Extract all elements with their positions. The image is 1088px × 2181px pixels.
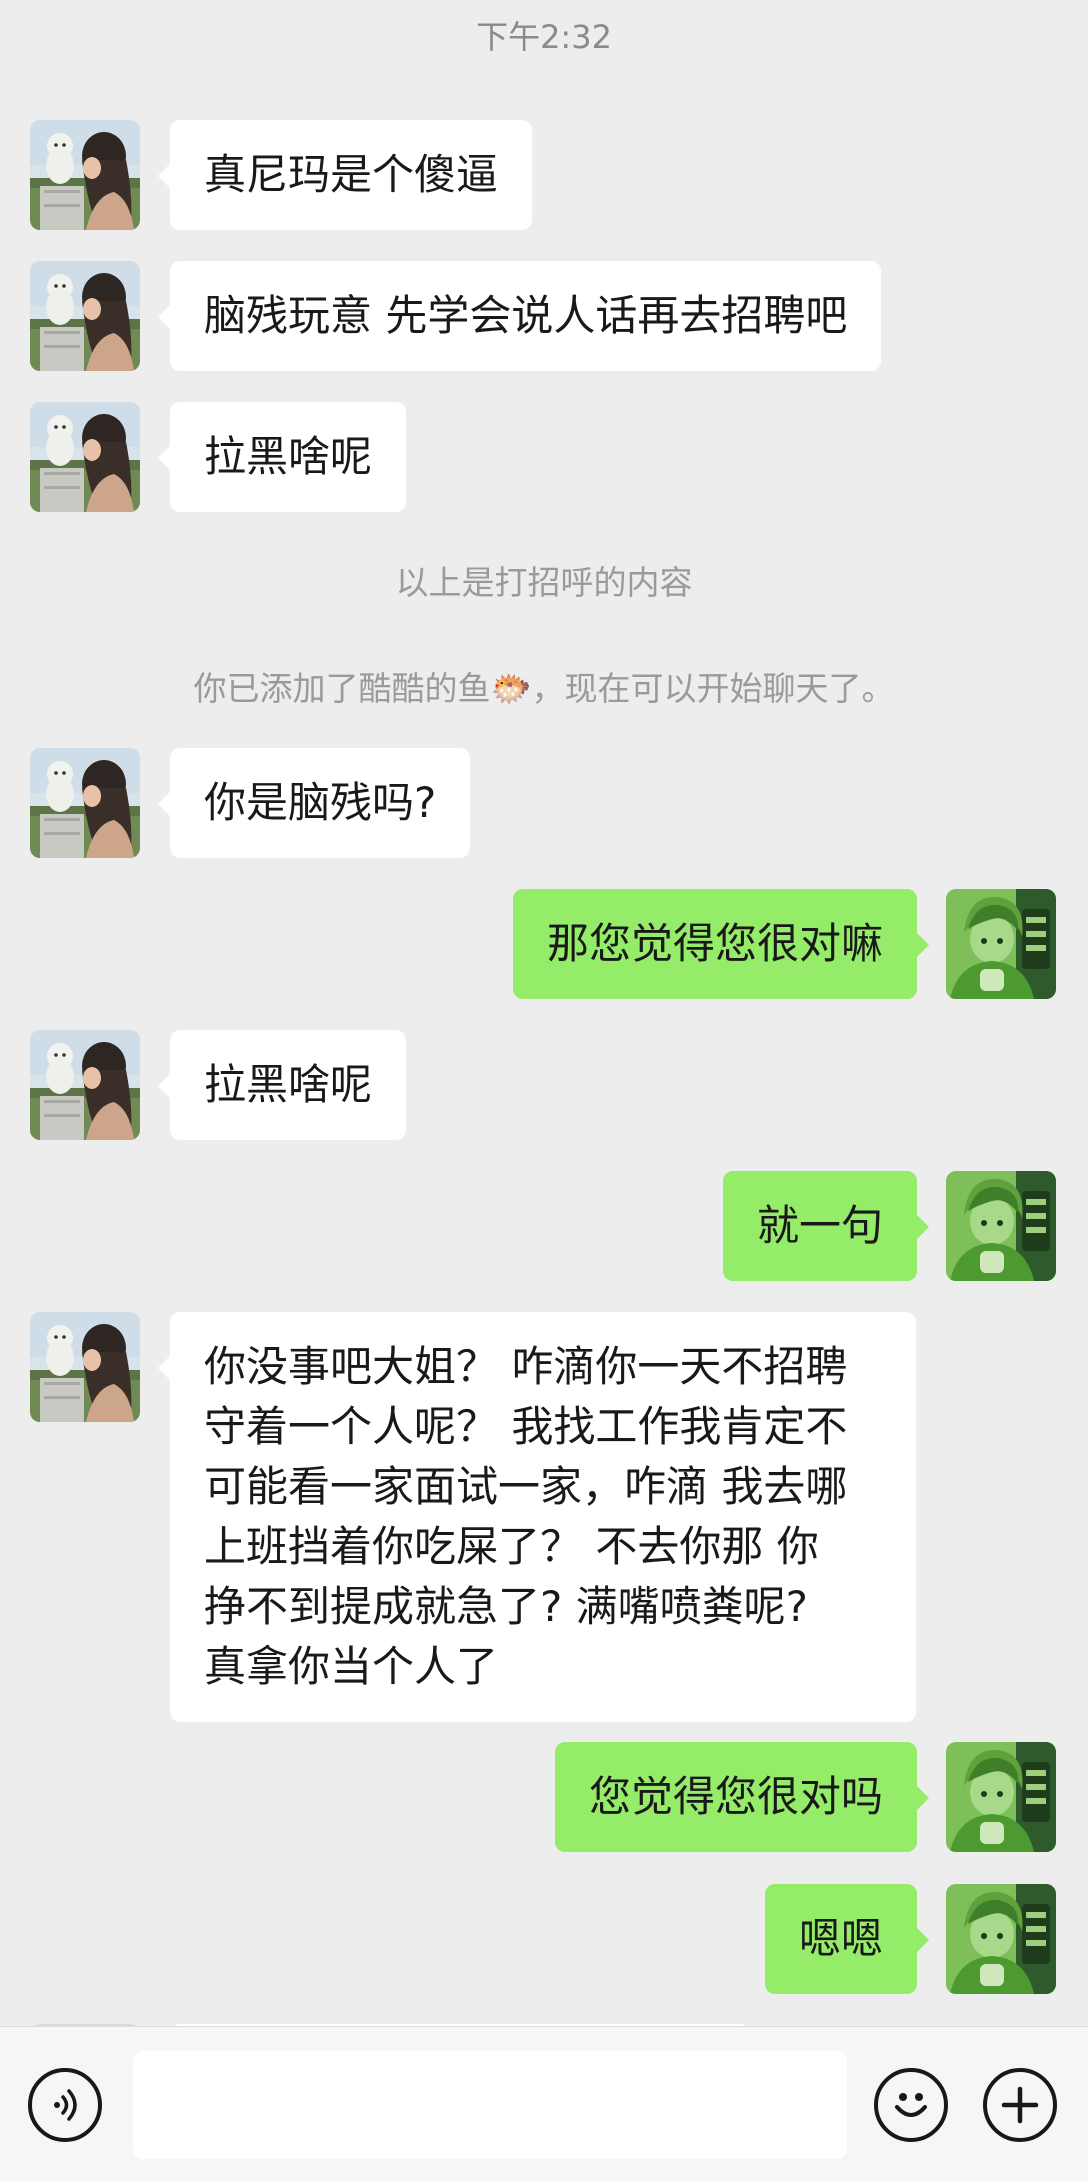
message-line: 上班挡着你吃屎了？ 不去你那 你 (204, 1522, 819, 1571)
incoming-message[interactable]: 拉黑啥呢 (157, 402, 407, 512)
my-avatar[interactable] (946, 889, 1056, 999)
contact-avatar[interactable] (30, 748, 140, 858)
greeting-note: 以上是打招呼的内容 (395, 563, 693, 602)
input-bar (0, 2026, 1088, 2181)
incoming-message[interactable]: 你是脑残吗? (157, 748, 471, 858)
plus-button[interactable] (983, 2068, 1057, 2142)
time-stamp: 下午2:32 (476, 18, 612, 56)
incoming-message-long[interactable]: 你没事吧大姐？ 咋滴你一天不招聘 守着一个人呢？ 我找工作我肯定不 可能看一家面… (158, 1312, 916, 1722)
plus-icon (1001, 2086, 1039, 2124)
my-avatar[interactable] (946, 1742, 1056, 1852)
outgoing-message[interactable]: 您觉得您很对吗 (554, 1742, 930, 1852)
added-contact-note: 你已添加了酷酷的鱼🐡，现在可以开始聊天了。 (193, 669, 895, 708)
contact-avatar[interactable] (30, 1312, 140, 1422)
message-line: 可能看一家面试一家，咋滴 我去哪 (204, 1462, 848, 1511)
outgoing-message[interactable]: 嗯嗯 (764, 1884, 930, 1994)
outgoing-message[interactable]: 就一句 (722, 1171, 930, 1281)
message-line: 真拿你当个人了 (204, 1642, 499, 1691)
contact-avatar[interactable] (30, 1030, 140, 1140)
message-line: 挣不到提成就急了? 满嘴喷粪呢? (204, 1582, 808, 1631)
message-input[interactable] (133, 2051, 847, 2159)
contact-avatar[interactable] (30, 120, 140, 230)
my-avatar[interactable] (946, 1171, 1056, 1281)
incoming-message[interactable]: 拉黑啥呢 (157, 1030, 407, 1140)
voice-icon (54, 2089, 77, 2121)
message-line: 你没事吧大姐？ 咋滴你一天不招聘 (204, 1342, 848, 1391)
message-line: 守着一个人呢？ 我找工作我肯定不 (204, 1402, 848, 1451)
emoji-icon (895, 2093, 927, 2117)
emoji-button[interactable] (874, 2068, 948, 2142)
outgoing-message[interactable]: 那您觉得您很对嘛 (512, 889, 930, 999)
incoming-message[interactable]: 脑残玩意 先学会说人话再去招聘吧 (157, 261, 882, 371)
voice-button[interactable] (28, 2068, 102, 2142)
incoming-message[interactable]: 真尼玛是个傻逼 (157, 120, 533, 230)
my-avatar[interactable] (946, 1884, 1056, 1994)
contact-avatar[interactable] (30, 402, 140, 512)
chat-area[interactable]: 下午2:32 真尼玛是个傻逼 脑残玩意 先学会说人话再去招聘吧 拉黑啥呢 以上是… (0, 0, 1088, 2026)
contact-avatar[interactable] (30, 261, 140, 371)
